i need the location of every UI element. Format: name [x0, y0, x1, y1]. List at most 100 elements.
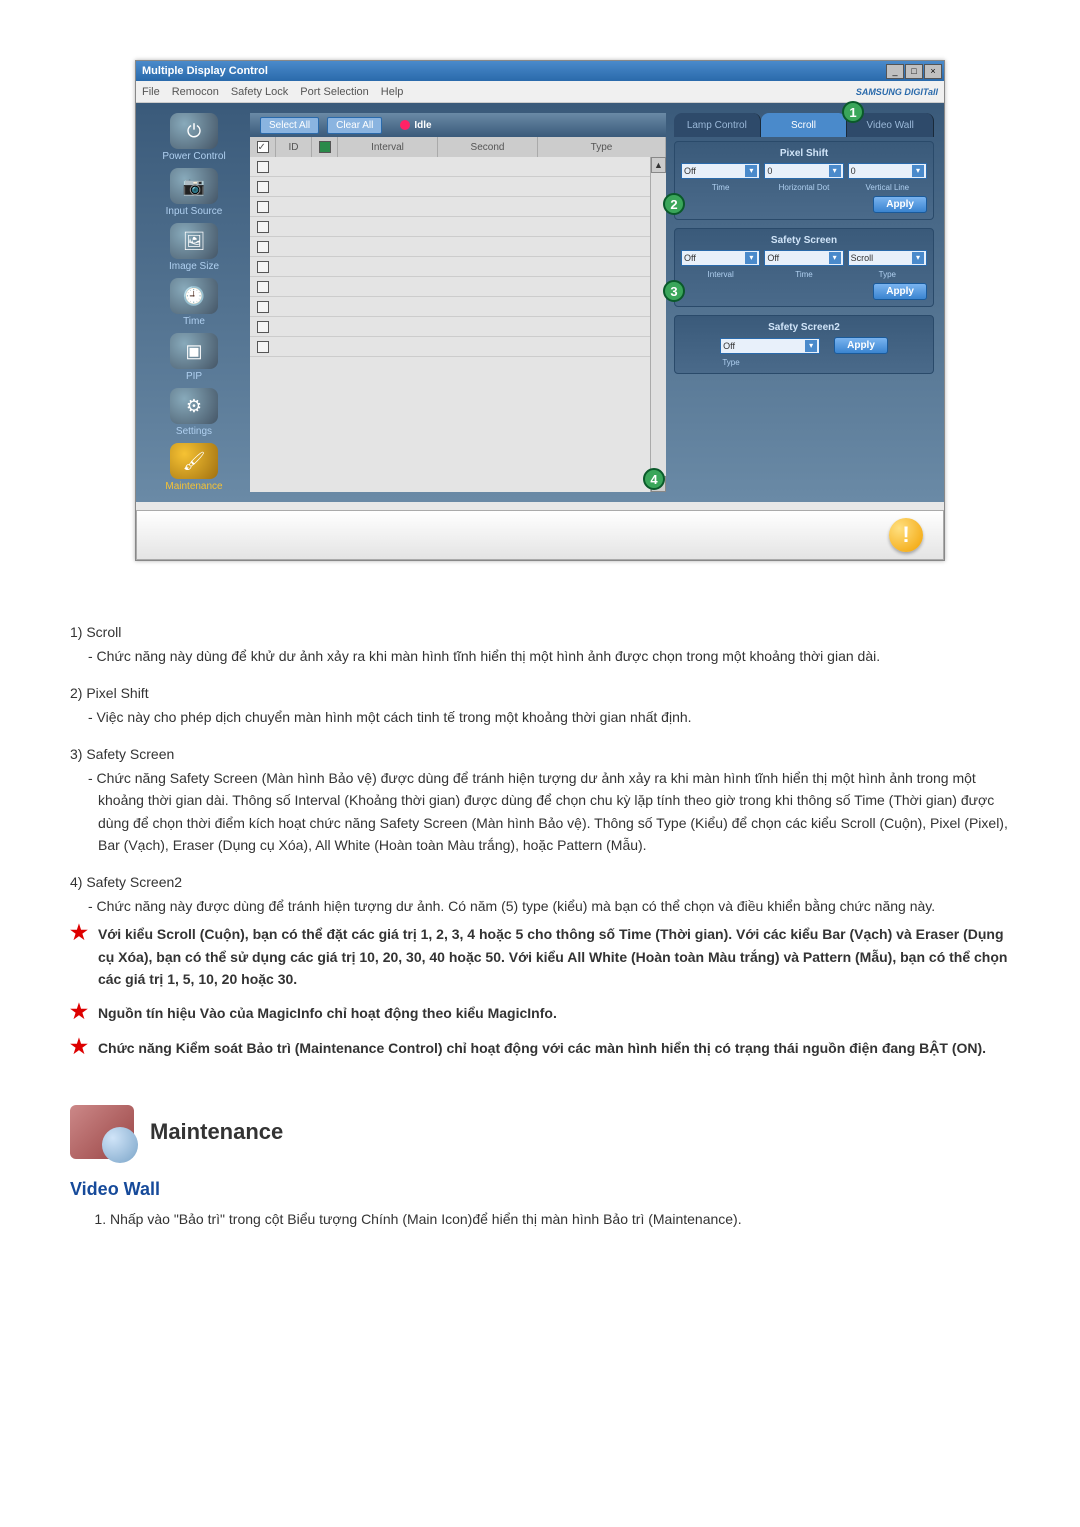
safety-screen-section: Safety Screen Off▾ Off▾ Scroll▾ Interval…	[674, 228, 934, 307]
pixel-shift-h-label: Horizontal Dot	[764, 183, 843, 192]
row-checkbox[interactable]	[257, 321, 269, 333]
idle-dot-icon	[400, 120, 410, 130]
time-icon: 🕘	[170, 278, 218, 314]
col-m[interactable]	[312, 137, 338, 157]
safety2-type-label: Type	[681, 358, 781, 367]
safety-apply-button[interactable]: Apply	[873, 283, 927, 300]
chevron-down-icon: ▾	[745, 165, 757, 177]
pixel-shift-v-select[interactable]: 0▾	[848, 163, 927, 179]
right-panel: Lamp Control Scroll Video Wall 1 Pixel S…	[674, 113, 934, 492]
safety2-apply-button[interactable]: Apply	[834, 337, 888, 354]
table-row[interactable]	[250, 197, 650, 217]
sidebar-item-input-source[interactable]: 📷Input Source	[146, 168, 242, 217]
note-3-text: Chức năng Kiểm soát Bảo trì (Maintenance…	[98, 1037, 986, 1059]
sidebar-item-time[interactable]: 🕘Time	[146, 278, 242, 327]
col-type[interactable]: Type	[538, 137, 666, 157]
table-row[interactable]	[250, 217, 650, 237]
table-row[interactable]	[250, 257, 650, 277]
row-checkbox[interactable]	[257, 221, 269, 233]
sidebar-label: PIP	[186, 371, 202, 382]
row-checkbox[interactable]	[257, 181, 269, 193]
item-1-body: - Chức năng này dùng để khử dư ảnh xảy r…	[70, 645, 1010, 667]
maintenance-icon: 🖌	[170, 443, 218, 479]
sidebar-label: Image Size	[169, 261, 219, 272]
info-icon: !	[889, 518, 923, 552]
maintenance-section-header: Maintenance	[70, 1105, 1040, 1159]
tab-lamp-control[interactable]: Lamp Control	[674, 113, 761, 137]
menu-remocon[interactable]: Remocon	[172, 86, 219, 98]
table-row[interactable]	[250, 237, 650, 257]
menu-safety-lock[interactable]: Safety Lock	[231, 86, 288, 98]
note-1-text: Với kiểu Scroll (Cuộn), bạn có thể đặt c…	[98, 923, 1010, 990]
chevron-down-icon: ▾	[745, 252, 757, 264]
brand-logo: SAMSUNG DIGITall	[856, 87, 938, 97]
maximize-button[interactable]: □	[905, 64, 923, 79]
col-second[interactable]: Second	[438, 137, 538, 157]
sidebar-item-power-control[interactable]: ⏻ Power Control	[146, 113, 242, 162]
item-3-heading: 3) Safety Screen	[70, 743, 1010, 765]
steps-list: Nhấp vào "Bảo trì" trong cột Biểu tượng …	[90, 1208, 980, 1230]
row-checkbox[interactable]	[257, 161, 269, 173]
table-row[interactable]	[250, 337, 650, 357]
sidebar-item-settings[interactable]: ⚙Settings	[146, 388, 242, 437]
row-checkbox[interactable]	[257, 261, 269, 273]
safety-type-select[interactable]: Scroll▾	[848, 250, 927, 266]
row-checkbox[interactable]	[257, 301, 269, 313]
item-3-body: - Chức năng Safety Screen (Màn hình Bảo …	[70, 767, 1010, 857]
col-id[interactable]: ID	[276, 137, 312, 157]
col-interval[interactable]: Interval	[338, 137, 438, 157]
pip-icon: ▣	[170, 333, 218, 369]
menu-file[interactable]: File	[142, 86, 160, 98]
idle-indicator: Idle	[400, 120, 431, 131]
close-button[interactable]: ×	[924, 64, 942, 79]
safety-interval-select[interactable]: Off▾	[681, 250, 760, 266]
star-icon: ★	[70, 923, 88, 990]
maintenance-section-icon	[70, 1105, 134, 1159]
safety-time-label: Time	[764, 270, 843, 279]
callout-2: 2	[663, 193, 685, 215]
sidebar-label: Power Control	[162, 151, 225, 162]
tab-scroll[interactable]: Scroll	[761, 113, 848, 137]
note-3: ★ Chức năng Kiểm soát Bảo trì (Maintenan…	[40, 1031, 1040, 1065]
item-1-heading: 1) Scroll	[70, 621, 1010, 643]
table-row[interactable]	[250, 157, 650, 177]
col-check[interactable]: ✓	[250, 137, 276, 157]
minimize-button[interactable]: _	[886, 64, 904, 79]
table-row[interactable]	[250, 277, 650, 297]
app-body: ⏻ Power Control 📷Input Source 🖼 Image Size…	[136, 103, 944, 502]
safety2-type-select[interactable]: Off▾	[720, 338, 820, 354]
note-1: ★ Với kiểu Scroll (Cuộn), bạn có thể đặt…	[40, 917, 1040, 996]
pixel-shift-h-select[interactable]: 0▾	[764, 163, 843, 179]
pixel-shift-time-select[interactable]: Off▾	[681, 163, 760, 179]
app-window: Multiple Display Control _ □ × File Remo…	[135, 60, 945, 561]
chevron-down-icon: ▾	[912, 165, 924, 177]
table-row[interactable]	[250, 177, 650, 197]
menu-help[interactable]: Help	[381, 86, 404, 98]
sidebar-item-maintenance[interactable]: 🖌 Maintenance	[146, 443, 242, 492]
table-row[interactable]	[250, 297, 650, 317]
safety-interval-label: Interval	[681, 270, 760, 279]
maintenance-section-title: Maintenance	[150, 1119, 283, 1145]
sidebar-item-pip[interactable]: ▣ PIP	[146, 333, 242, 382]
scroll-up-icon[interactable]: ▲	[651, 157, 666, 173]
row-checkbox[interactable]	[257, 201, 269, 213]
sidebar-item-image-size[interactable]: 🖼 Image Size	[146, 223, 242, 272]
table-row[interactable]	[250, 317, 650, 337]
doc-list: 1) Scroll - Chức năng này dùng để khử dư…	[40, 621, 1040, 917]
row-checkbox[interactable]	[257, 281, 269, 293]
select-all-button[interactable]: Select All	[260, 117, 319, 134]
pixel-shift-apply-button[interactable]: Apply	[873, 196, 927, 213]
clear-all-button[interactable]: Clear All	[327, 117, 382, 134]
item-2-heading: 2) Pixel Shift	[70, 682, 1010, 704]
pixel-shift-title: Pixel Shift	[681, 148, 927, 159]
sidebar: ⏻ Power Control 📷Input Source 🖼 Image Size…	[146, 113, 242, 492]
chevron-down-icon: ▾	[829, 165, 841, 177]
sidebar-label: Maintenance	[165, 481, 222, 492]
menu-port-selection[interactable]: Port Selection	[300, 86, 368, 98]
idle-label: Idle	[414, 120, 431, 131]
row-checkbox[interactable]	[257, 341, 269, 353]
row-checkbox[interactable]	[257, 241, 269, 253]
safety-time-select[interactable]: Off▾	[764, 250, 843, 266]
power-icon: ⏻	[170, 113, 218, 149]
image-size-icon: 🖼	[170, 223, 218, 259]
